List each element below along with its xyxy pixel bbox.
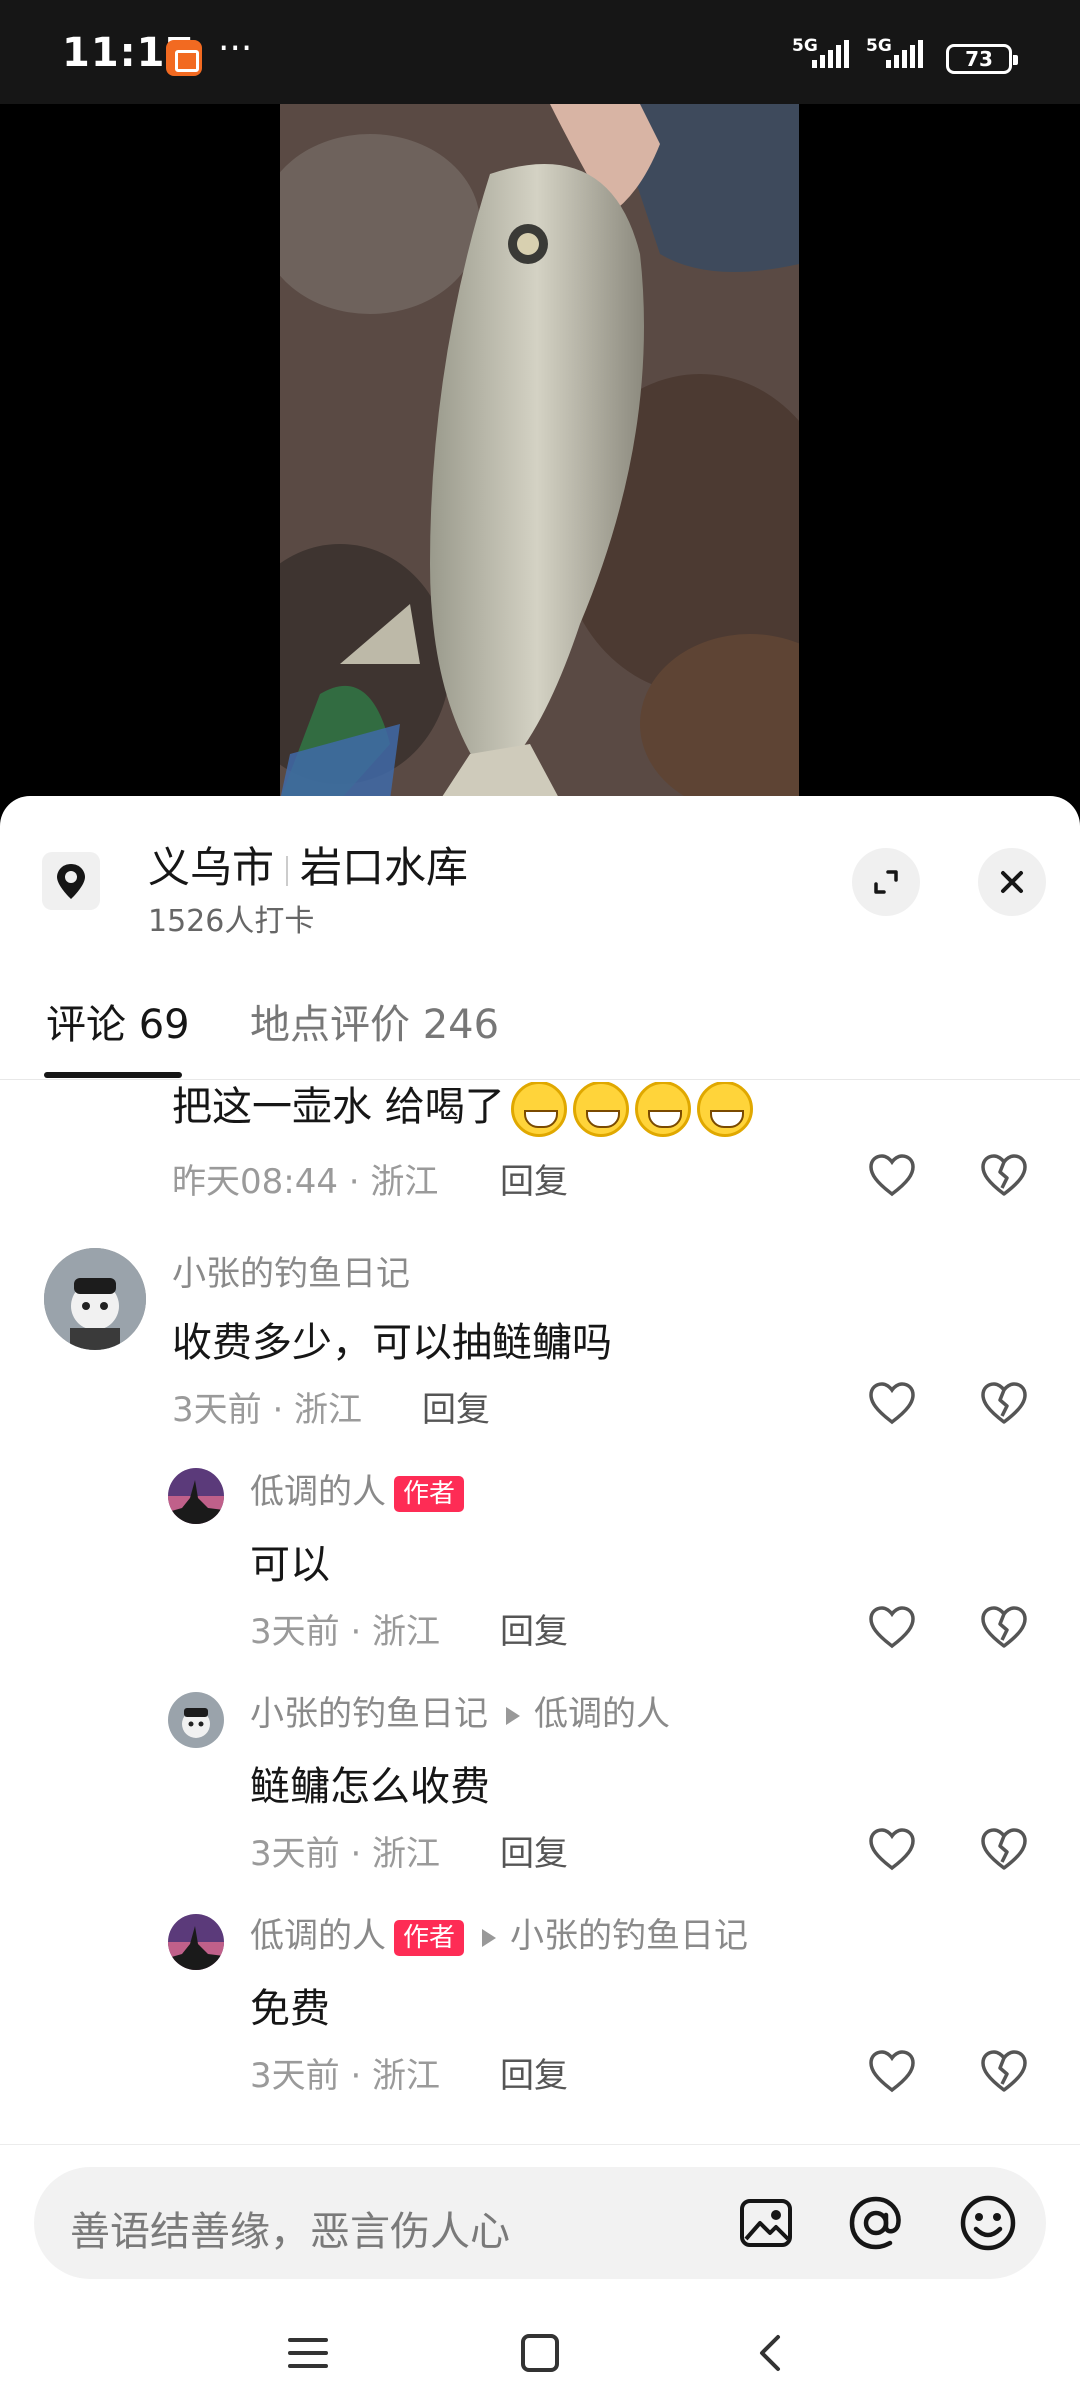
close-icon xyxy=(1001,871,1023,893)
comment-input[interactable]: 善语结善缘，恶言伤人心 xyxy=(34,2167,1046,2279)
broken-heart-icon[interactable] xyxy=(978,1824,1030,1876)
avatar[interactable] xyxy=(168,1914,224,1970)
comment-author[interactable]: 小张的钓鱼日记 低调的人 xyxy=(250,1686,670,1735)
author-badge: 作者 xyxy=(394,1475,465,1512)
avatar[interactable] xyxy=(168,1692,224,1748)
expand-button[interactable] xyxy=(852,848,920,916)
comment-text: 可以 xyxy=(250,1542,330,1588)
heart-icon[interactable] xyxy=(866,1602,918,1654)
location-title[interactable]: 义乌市 岩口水库 xyxy=(148,834,468,895)
comment-author[interactable]: 低调的人 作者 小张的钓鱼日记 xyxy=(250,1908,748,1957)
at-icon[interactable] xyxy=(846,2193,906,2253)
signal-icon-2: 5G xyxy=(866,36,930,72)
image-icon[interactable] xyxy=(736,2193,796,2253)
menu-icon[interactable] xyxy=(286,2331,330,2375)
tab-location-reviews[interactable]: 地点评价 246 xyxy=(250,992,499,1050)
reply-arrow-icon xyxy=(482,1928,497,1947)
location-place: 岩口水库 xyxy=(300,843,469,892)
reply-target: 小张的钓鱼日记 xyxy=(510,1916,749,1956)
battery-indicator: 73 xyxy=(946,44,1018,74)
reply-arrow-icon xyxy=(506,1706,520,1725)
checkin-count: 1526人打卡 xyxy=(148,904,315,939)
system-nav-bar xyxy=(0,2309,1080,2400)
reply-button[interactable]: 回复 xyxy=(422,1382,490,1431)
heart-icon[interactable] xyxy=(866,1150,918,1202)
comment-time: 3天前 · 浙江 xyxy=(250,1834,441,1874)
tab-comments[interactable]: 评论 69 xyxy=(46,992,190,1050)
comment-author[interactable]: 低调的人 作者 xyxy=(250,1464,465,1513)
back-icon[interactable] xyxy=(750,2331,794,2375)
reply-button[interactable]: 回复 xyxy=(500,2048,568,2097)
expand-icon xyxy=(874,870,898,894)
comment-author[interactable]: 小张的钓鱼日记 xyxy=(172,1246,410,1295)
avatar[interactable] xyxy=(168,1468,224,1524)
fish-photo xyxy=(280,104,799,800)
grin-emoji-icon xyxy=(572,1082,629,1137)
comment-text: 把这一壶水 给喝了 xyxy=(172,1082,753,1137)
reply-button[interactable]: 回复 xyxy=(500,1826,568,1875)
app-notification-icon xyxy=(166,40,202,76)
grin-emoji-icon xyxy=(634,1082,691,1137)
broken-heart-icon[interactable] xyxy=(978,1150,1030,1202)
location-pin-icon xyxy=(42,852,100,910)
emoji-icon[interactable] xyxy=(958,2193,1018,2253)
broken-heart-icon[interactable] xyxy=(978,1602,1030,1654)
comment-text: 鲢鳙怎么收费 xyxy=(250,1764,490,1810)
reply-target: 低调的人 xyxy=(534,1694,670,1734)
status-bar: 11:17 ··· 5G 5G 73 xyxy=(0,0,1080,104)
broken-heart-icon[interactable] xyxy=(978,1378,1030,1430)
video-player[interactable] xyxy=(0,104,1080,800)
location-city: 义乌市 xyxy=(148,843,275,892)
input-placeholder: 善语结善缘，恶言伤人心 xyxy=(70,2209,510,2255)
reply-button[interactable]: 回复 xyxy=(500,1604,568,1653)
tab-bar: 评论 69 地点评价 246 xyxy=(0,992,1080,1080)
tab-indicator xyxy=(44,1072,182,1078)
comment-input-bar: 善语结善缘，恶言伤人心 xyxy=(0,2144,1080,2400)
comment-time: 3天前 · 浙江 xyxy=(250,2056,441,2096)
heart-icon[interactable] xyxy=(866,2046,918,2098)
comment-text: 收费多少，可以抽鲢鳙吗 xyxy=(172,1320,612,1366)
heart-icon[interactable] xyxy=(866,1824,918,1876)
more-notifications-icon: ··· xyxy=(218,28,253,69)
close-button[interactable] xyxy=(978,848,1046,916)
comment-list[interactable]: 把这一壶水 给喝了 昨天08:44 · 浙江 回复 小张的钓鱼日记 收费多少，可… xyxy=(0,1082,1080,2142)
comment-time: 昨天08:44 · 浙江 xyxy=(172,1162,439,1202)
home-icon[interactable] xyxy=(518,2331,562,2375)
title-divider xyxy=(286,855,289,886)
broken-heart-icon[interactable] xyxy=(978,2046,1030,2098)
comment-text: 免费 xyxy=(250,1986,330,2032)
signal-icon-1: 5G xyxy=(792,36,856,72)
comment-time: 3天前 · 浙江 xyxy=(250,1612,441,1652)
comment-sheet: 义乌市 岩口水库 1526人打卡 评论 69 地点评价 246 把这一壶水 给喝了… xyxy=(0,796,1080,2400)
grin-emoji-icon xyxy=(510,1082,567,1137)
heart-icon[interactable] xyxy=(866,1378,918,1430)
author-badge: 作者 xyxy=(394,1919,465,1956)
grin-emoji-icon xyxy=(696,1082,753,1137)
avatar[interactable] xyxy=(44,1248,146,1350)
comment-time: 3天前 · 浙江 xyxy=(172,1390,363,1430)
reply-button[interactable]: 回复 xyxy=(500,1154,568,1203)
